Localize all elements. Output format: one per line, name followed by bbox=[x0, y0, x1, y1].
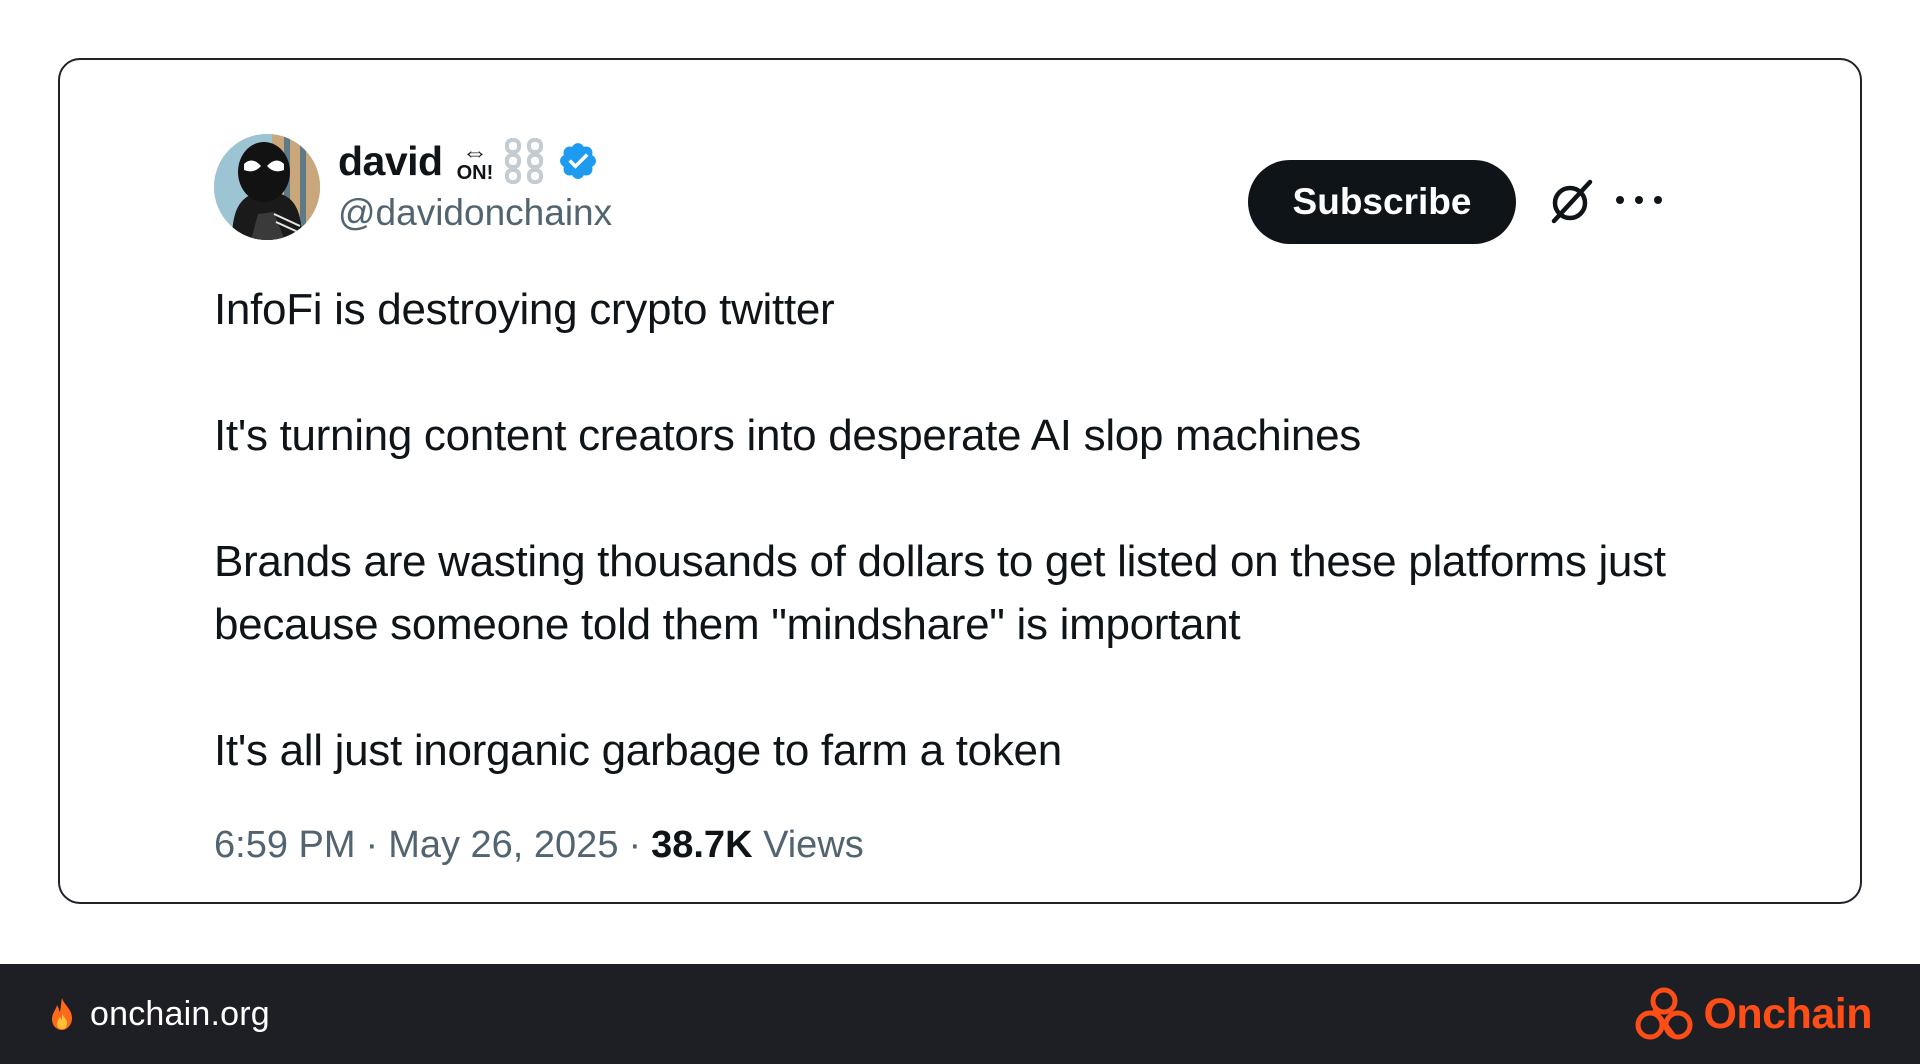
footer-brand: Onchain bbox=[1633, 964, 1872, 1064]
tweet-paragraph: Brands are wasting thousands of dollars … bbox=[214, 537, 1666, 649]
onchain-logo-icon bbox=[1635, 987, 1693, 1040]
tweet-paragraph: InfoFi is destroying crypto twitter bbox=[214, 285, 835, 334]
views-label: Views bbox=[763, 824, 864, 866]
site-url[interactable]: onchain.org bbox=[90, 995, 270, 1034]
brand-name[interactable]: Onchain bbox=[1703, 990, 1872, 1039]
spider-man-avatar-icon bbox=[214, 134, 320, 240]
chain-link-icon bbox=[503, 138, 547, 184]
author-handle[interactable]: @davidonchainx bbox=[338, 192, 612, 234]
meta-separator: · bbox=[628, 824, 642, 866]
on-badge: ⇔ ON! bbox=[457, 139, 494, 183]
more-dots-icon[interactable] bbox=[1616, 188, 1662, 212]
subscribe-button[interactable]: Subscribe bbox=[1248, 160, 1516, 244]
verified-badge-icon bbox=[560, 143, 597, 179]
tweet-paragraph: It's all just inorganic garbage to farm … bbox=[214, 726, 1062, 775]
author-display-name[interactable]: david bbox=[338, 138, 443, 185]
author-block: david ⇔ ON! @davidonchainx bbox=[338, 132, 612, 234]
footer-bar: onchain.org Onchain bbox=[0, 964, 1920, 1064]
avatar[interactable] bbox=[214, 134, 320, 240]
tweet-header: david ⇔ ON! @davidonchainx Subscribe bbox=[214, 132, 1706, 244]
fire-icon bbox=[52, 998, 72, 1030]
author-name-row: david ⇔ ON! bbox=[338, 132, 612, 190]
tweet-card: david ⇔ ON! @davidonchainx Subscribe Inf… bbox=[58, 58, 1862, 904]
footer-site: onchain.org bbox=[48, 964, 270, 1064]
grok-slash-icon[interactable] bbox=[1546, 176, 1596, 226]
tweet-meta: 6:59 PM · May 26, 2025 · 38.7K Views bbox=[214, 824, 864, 867]
tweet-time[interactable]: 6:59 PM bbox=[214, 824, 356, 867]
views-count: 38.7K bbox=[651, 824, 753, 866]
meta-separator: · bbox=[365, 824, 379, 866]
tweet-text: InfoFi is destroying crypto twitter It's… bbox=[214, 278, 1706, 782]
tweet-paragraph: It's turning content creators into despe… bbox=[214, 411, 1361, 460]
tweet-date[interactable]: May 26, 2025 bbox=[388, 824, 618, 867]
page: david ⇔ ON! @davidonchainx Subscribe Inf… bbox=[0, 0, 1920, 1064]
on-badge-text: ON! bbox=[456, 162, 494, 184]
